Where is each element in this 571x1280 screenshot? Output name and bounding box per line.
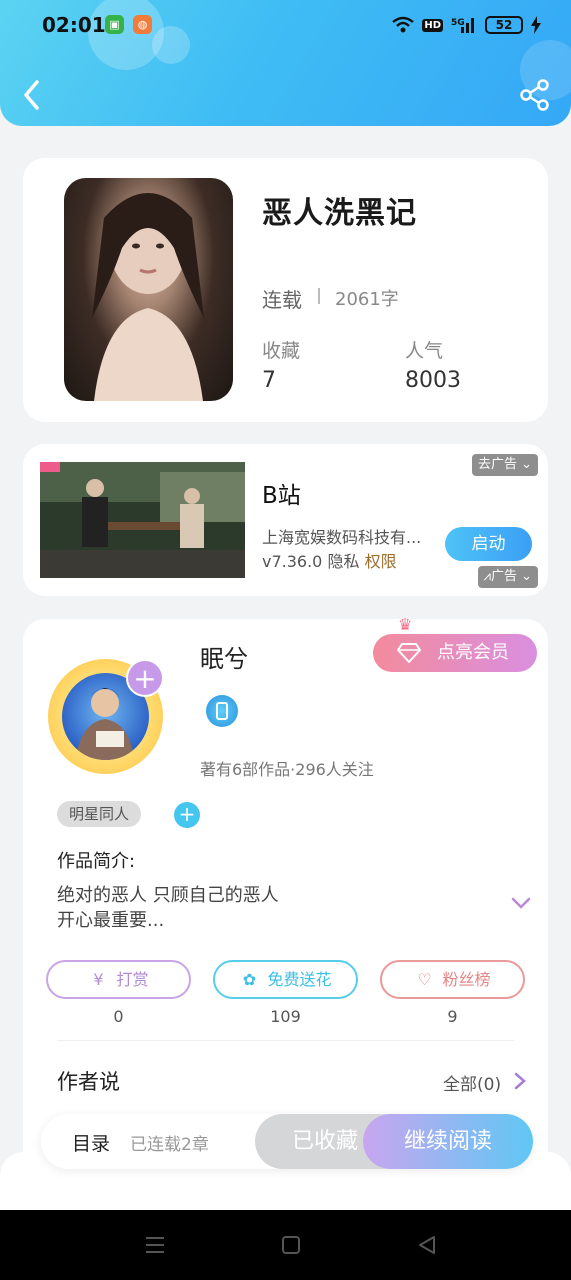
remove-ad-label: 去广告 bbox=[477, 457, 517, 472]
launch-button[interactable]: 启动 bbox=[445, 527, 532, 561]
ad-meta: v7.36.0 隐私 权限 bbox=[262, 548, 397, 572]
coin-icon: ¥ bbox=[93, 970, 104, 989]
author-card: + 眠兮 ♛ 点亮会员 著有6部作品·296人关注 明星同人 + 作品简介: 绝… bbox=[23, 615, 548, 1179]
author-meta: 著有6部作品·296人关注 bbox=[200, 760, 374, 779]
bottom-action-bar: 目录 已连载2章 已收藏 继续阅读 bbox=[41, 1114, 533, 1169]
ad-permission-link[interactable]: 权限 bbox=[365, 552, 397, 571]
notification-icon: ▣ bbox=[105, 15, 124, 34]
signal-label: 5G bbox=[451, 18, 465, 28]
flower-icon: ✿ bbox=[242, 970, 257, 989]
author-says-title: 作者说 bbox=[57, 1070, 120, 1094]
send-flower-button[interactable]: ✿ 免费送花 bbox=[213, 960, 358, 999]
intro-line-1: 绝对的恶人 只顾自己的恶人 bbox=[57, 885, 279, 906]
hd-icon: HD bbox=[422, 18, 443, 32]
book-word-count: 2061字 bbox=[335, 289, 399, 310]
ad-company: 上海宽娱数码科技有... bbox=[262, 528, 422, 547]
author-says-all-link[interactable]: 全部(0) bbox=[443, 1070, 501, 1095]
ad-label: 广告 bbox=[490, 569, 517, 584]
share-icon[interactable] bbox=[519, 78, 551, 112]
ad-logo-icon: ⩘ bbox=[483, 569, 491, 584]
book-title: 恶人洗黑记 bbox=[262, 196, 417, 231]
ad-image[interactable] bbox=[40, 462, 245, 578]
stat-favorites-label: 收藏 bbox=[262, 340, 301, 362]
status-right: HD 5G 52 bbox=[392, 14, 541, 36]
menu-icon[interactable] bbox=[144, 1234, 166, 1256]
book-status: 连载 bbox=[262, 288, 302, 312]
crown-icon: ♛ bbox=[398, 615, 413, 634]
vip-button[interactable]: 点亮会员 bbox=[373, 634, 537, 672]
send-flower-label: 免费送花 bbox=[267, 970, 332, 989]
stat-popularity-value: 8003 bbox=[405, 368, 461, 393]
stat-popularity-label: 人气 bbox=[405, 340, 444, 362]
fan-ranking-label: 粉丝榜 bbox=[442, 970, 491, 989]
divider bbox=[57, 1040, 514, 1041]
status-bar: 02:01 ▣ ◍ HD 5G 52 bbox=[0, 0, 571, 52]
app-notification-icon: ◍ bbox=[133, 15, 152, 34]
ad-title: B站 bbox=[262, 483, 301, 509]
chevron-right-icon[interactable] bbox=[514, 1072, 526, 1090]
stat-favorites-value: 7 bbox=[262, 368, 276, 393]
tip-count: 0 bbox=[113, 1007, 124, 1026]
chapter-count: 已连载2章 bbox=[130, 1135, 209, 1155]
status-time: 02:01 bbox=[42, 13, 106, 37]
top-header: 02:01 ▣ ◍ HD 5G 52 bbox=[0, 0, 571, 126]
vip-label: 点亮会员 bbox=[437, 642, 509, 663]
add-tag-button[interactable]: + bbox=[174, 802, 200, 828]
wifi-icon bbox=[392, 16, 415, 33]
ad-card[interactable]: 去广告 ⌄ B站 上海宽娱数码科技有... v7.36.0 隐私 权限 启动 ⩘… bbox=[23, 444, 548, 596]
divider bbox=[318, 288, 320, 304]
intro-text: 绝对的恶人 只顾自己的恶人 开心最重要... bbox=[57, 883, 279, 933]
back-arrow-icon[interactable] bbox=[18, 78, 48, 112]
cover-illustration bbox=[92, 193, 204, 401]
ad-privacy-link[interactable]: 隐私 bbox=[327, 552, 359, 571]
intro-title: 作品简介: bbox=[57, 851, 136, 872]
tip-button[interactable]: ¥ 打赏 bbox=[46, 960, 191, 999]
fan-ranking-button[interactable]: ♡ 粉丝榜 bbox=[380, 960, 525, 999]
phone-badge-icon bbox=[216, 702, 228, 720]
author-badge-icon[interactable] bbox=[206, 695, 238, 727]
diamond-icon bbox=[397, 643, 421, 663]
remove-ad-tag[interactable]: 去广告 ⌄ bbox=[471, 454, 538, 476]
ad-scene-image bbox=[40, 462, 245, 578]
intro-line-2: 开心最重要... bbox=[57, 910, 165, 931]
battery-icon: 52 bbox=[485, 16, 523, 34]
charging-icon bbox=[531, 16, 541, 34]
continue-reading-button[interactable]: 继续阅读 bbox=[363, 1114, 533, 1169]
home-icon[interactable] bbox=[280, 1234, 302, 1256]
flower-count: 109 bbox=[270, 1007, 301, 1026]
book-cover[interactable] bbox=[64, 178, 233, 401]
follow-author-button[interactable]: + bbox=[126, 659, 164, 697]
back-icon[interactable] bbox=[416, 1234, 438, 1256]
tag-celebrity-fanfic[interactable]: 明星同人 bbox=[57, 801, 142, 827]
tip-label: 打赏 bbox=[116, 970, 149, 989]
signal-icon: 5G bbox=[451, 18, 474, 33]
fan-count: 9 bbox=[447, 1007, 458, 1026]
ad-label-tag[interactable]: ⩘广告 ⌄ bbox=[477, 566, 538, 588]
table-of-contents-button[interactable]: 目录 bbox=[72, 1129, 110, 1156]
book-info-card: 恶人洗黑记 连载 2061字 收藏 7 人气 8003 bbox=[23, 158, 548, 422]
chevron-down-icon: ⌄ bbox=[521, 569, 532, 584]
author-name: 眠兮 bbox=[200, 645, 248, 673]
user-heart-icon: ♡ bbox=[417, 970, 432, 989]
ad-version: v7.36.0 bbox=[262, 552, 323, 571]
chevron-down-icon: ⌄ bbox=[521, 457, 532, 472]
expand-chevron-icon[interactable] bbox=[510, 895, 532, 911]
system-navigation-bar bbox=[0, 1210, 571, 1280]
